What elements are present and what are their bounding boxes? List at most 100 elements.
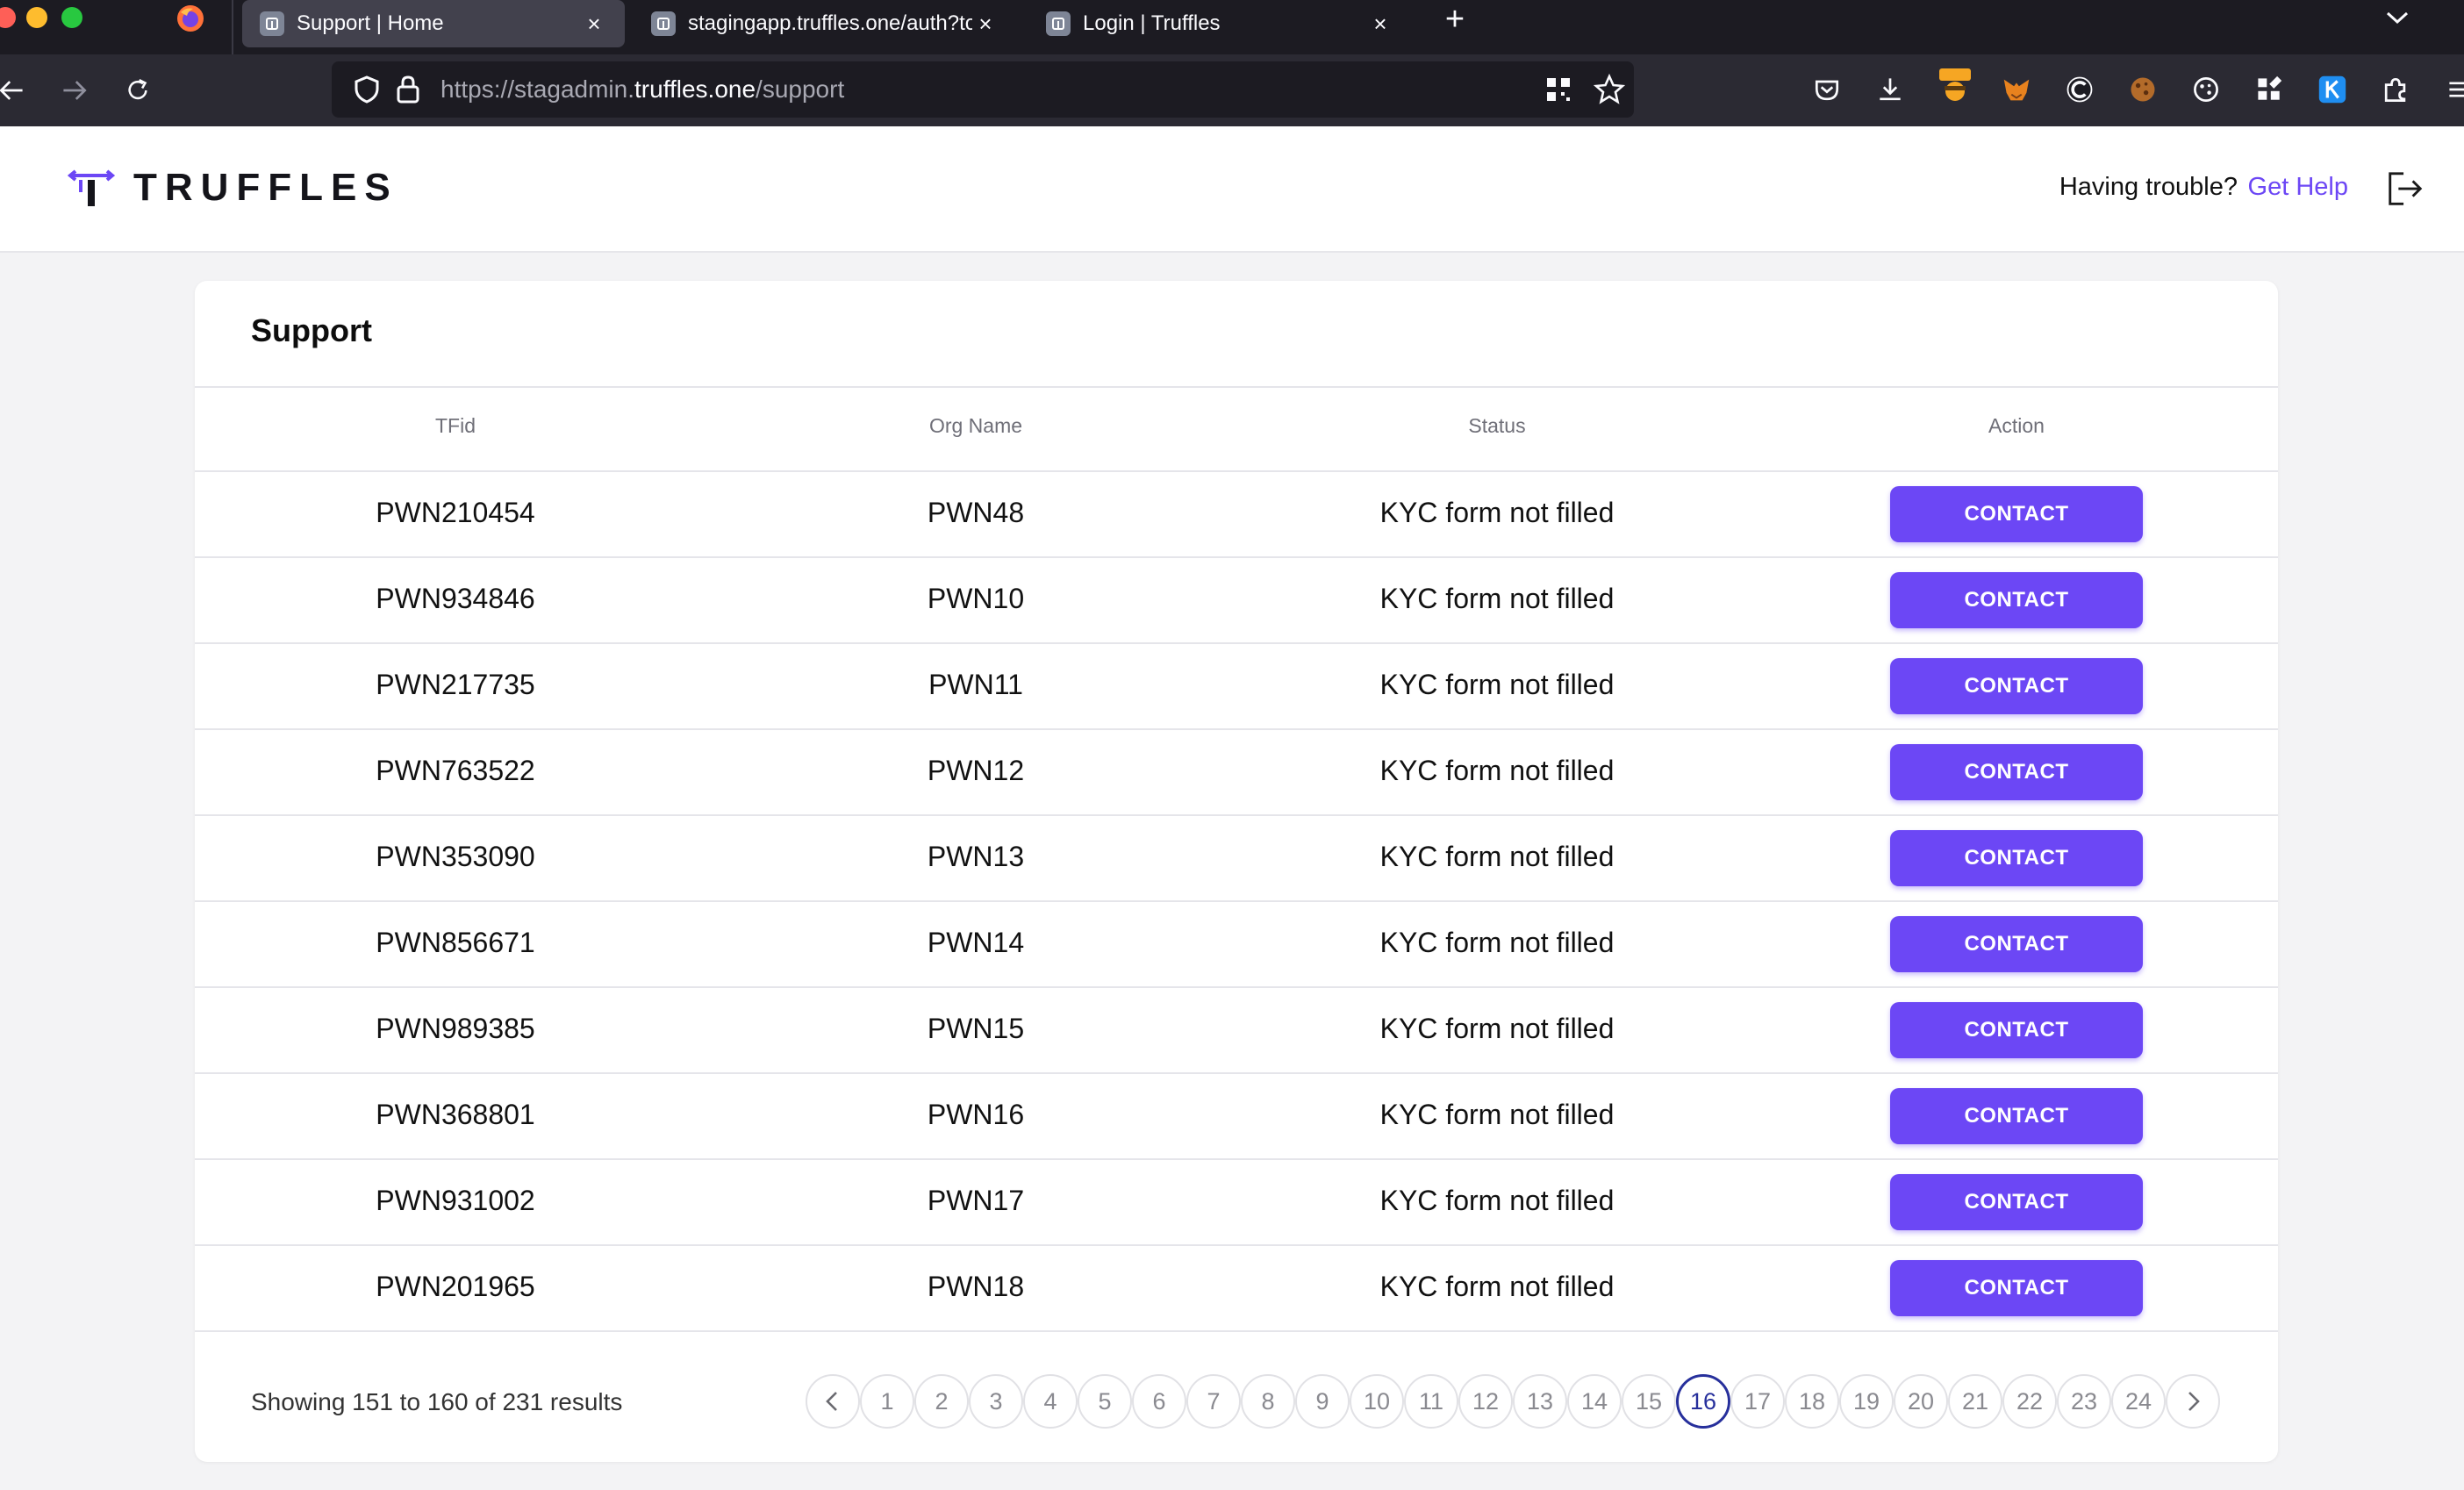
pagination-page-button[interactable]: 1 bbox=[860, 1374, 914, 1429]
pagination-page-button[interactable]: 15 bbox=[1622, 1374, 1676, 1429]
truffles-logo-icon bbox=[67, 169, 116, 206]
tab-title: Login | Truffles bbox=[1083, 11, 1221, 35]
pagination-page-button[interactable]: 9 bbox=[1295, 1374, 1350, 1429]
contact-button[interactable]: CONTACT bbox=[1890, 658, 2143, 714]
logout-button[interactable] bbox=[2382, 165, 2429, 212]
pagination-page-button[interactable]: 10 bbox=[1350, 1374, 1404, 1429]
contact-button[interactable]: CONTACT bbox=[1890, 830, 2143, 886]
column-header-status: Status bbox=[1468, 414, 1526, 437]
minimize-window-button[interactable] bbox=[26, 7, 47, 28]
pagination-page-button[interactable]: 11 bbox=[1404, 1374, 1458, 1429]
contact-button[interactable]: CONTACT bbox=[1890, 1088, 2143, 1144]
column-header-tfid: TFid bbox=[435, 414, 476, 437]
download-icon[interactable] bbox=[1871, 70, 1909, 109]
list-all-tabs-button[interactable] bbox=[2380, 0, 2415, 35]
close-window-button[interactable] bbox=[0, 7, 16, 28]
contact-button[interactable]: CONTACT bbox=[1890, 486, 2143, 542]
get-help-link[interactable]: Get Help bbox=[2248, 173, 2348, 202]
bookmark-star-icon[interactable] bbox=[1592, 72, 1627, 107]
url-domain: truffles.one bbox=[634, 75, 756, 103]
pagination-page-button[interactable]: 8 bbox=[1241, 1374, 1295, 1429]
help-prompt: Having trouble? bbox=[2059, 173, 2238, 201]
tracking-protection-shield-icon[interactable] bbox=[351, 74, 383, 105]
contact-button[interactable]: CONTACT bbox=[1890, 1174, 2143, 1230]
pagination-prev-button[interactable] bbox=[806, 1374, 860, 1429]
forward-button[interactable] bbox=[53, 68, 97, 112]
extension-c-icon[interactable] bbox=[2060, 70, 2099, 109]
maximize-window-button[interactable] bbox=[61, 7, 82, 28]
contact-button[interactable]: CONTACT bbox=[1890, 1260, 2143, 1316]
pagination-page-button[interactable]: 4 bbox=[1023, 1374, 1078, 1429]
status-cell: KYC form not filled bbox=[1379, 1099, 1615, 1130]
contact-button[interactable]: CONTACT bbox=[1890, 572, 2143, 628]
brand-logo[interactable]: TRUFFLES bbox=[67, 163, 398, 212]
metamask-icon[interactable] bbox=[1997, 70, 2036, 109]
org-name-cell: PWN15 bbox=[927, 1013, 1025, 1044]
status-cell: KYC form not filled bbox=[1379, 1013, 1615, 1044]
pagination-page-button[interactable]: 22 bbox=[2002, 1374, 2057, 1429]
url-bar[interactable]: https://stagadmin.truffles.one/support bbox=[332, 61, 1634, 118]
pagination-page-button[interactable]: 3 bbox=[969, 1374, 1023, 1429]
new-tab-button[interactable]: + bbox=[1437, 1, 1472, 38]
close-icon[interactable]: × bbox=[581, 11, 607, 37]
contact-button[interactable]: CONTACT bbox=[1890, 916, 2143, 972]
pagination-page-button[interactable]: 12 bbox=[1458, 1374, 1513, 1429]
tab-stagingapp-auth[interactable]: stagingapp.truffles.one/auth?to × bbox=[634, 0, 1016, 47]
pagination-page-button[interactable]: 20 bbox=[1894, 1374, 1948, 1429]
tfid-cell: PWN353090 bbox=[376, 841, 535, 872]
tfid-cell: PWN989385 bbox=[376, 1013, 535, 1044]
pagination-next-button[interactable] bbox=[2166, 1374, 2220, 1429]
tab-support-home[interactable]: Support | Home × bbox=[242, 0, 625, 47]
pagination-page-button[interactable]: 24 bbox=[2111, 1374, 2166, 1429]
column-header-action: Action bbox=[1988, 414, 2045, 437]
page-title: Support bbox=[251, 312, 372, 348]
status-cell: KYC form not filled bbox=[1379, 1271, 1615, 1302]
table-row: PWN856671 PWN14 KYC form not filled CONTACT bbox=[195, 900, 2278, 986]
pagination-page-button[interactable]: 6 bbox=[1132, 1374, 1186, 1429]
pocket-icon[interactable] bbox=[1808, 70, 1846, 109]
pagination-page-button[interactable]: 16 bbox=[1676, 1374, 1730, 1429]
close-icon[interactable]: × bbox=[972, 11, 999, 37]
cookie-editor-icon[interactable] bbox=[2187, 70, 2225, 109]
pagination-page-button[interactable]: 19 bbox=[1839, 1374, 1894, 1429]
close-icon[interactable]: × bbox=[1367, 11, 1393, 37]
org-name-cell: PWN48 bbox=[927, 497, 1025, 528]
table-row: PWN934846 PWN10 KYC form not filled CONTACT bbox=[195, 556, 2278, 642]
forward-arrow-icon bbox=[63, 81, 87, 100]
back-button[interactable] bbox=[0, 68, 33, 112]
contact-button[interactable]: CONTACT bbox=[1890, 744, 2143, 800]
pagination-page-button[interactable]: 21 bbox=[1948, 1374, 2002, 1429]
url-text[interactable]: https://stagadmin.truffles.one/support bbox=[441, 75, 844, 104]
tab-login-truffles[interactable]: Login | Truffles × bbox=[1028, 0, 1411, 47]
status-cell: KYC form not filled bbox=[1379, 583, 1615, 614]
contact-button[interactable]: CONTACT bbox=[1890, 1002, 2143, 1058]
reload-button[interactable] bbox=[116, 68, 160, 112]
pagination-page-button[interactable]: 7 bbox=[1186, 1374, 1241, 1429]
pagination-page-button[interactable]: 2 bbox=[914, 1374, 969, 1429]
qr-code-icon[interactable] bbox=[1543, 74, 1574, 105]
column-header-org-name: Org Name bbox=[928, 414, 1023, 437]
pagination-page-button[interactable]: 23 bbox=[2057, 1374, 2111, 1429]
pagination-page-button[interactable]: 13 bbox=[1513, 1374, 1567, 1429]
menu-icon[interactable] bbox=[2441, 70, 2464, 109]
status-cell: KYC form not filled bbox=[1379, 755, 1615, 786]
burp-extension-icon[interactable] bbox=[1936, 65, 1974, 104]
pagination-page-button[interactable]: 17 bbox=[1730, 1374, 1785, 1429]
extensions-grid-icon[interactable] bbox=[2250, 70, 2289, 109]
extensions-puzzle-icon[interactable] bbox=[2376, 70, 2415, 109]
org-name-cell: PWN16 bbox=[927, 1099, 1025, 1130]
k-extension-icon[interactable] bbox=[2313, 70, 2352, 109]
browser-tab-bar: Support | Home × stagingapp.truffles.one… bbox=[0, 0, 2464, 54]
pagination-page-button[interactable]: 14 bbox=[1567, 1374, 1622, 1429]
pagination-page-button[interactable]: 18 bbox=[1785, 1374, 1839, 1429]
table-row: PWN368801 PWN16 KYC form not filled CONTACT bbox=[195, 1072, 2278, 1158]
lock-icon[interactable] bbox=[393, 74, 423, 105]
chevron-down-icon bbox=[2386, 11, 2409, 25]
table-row: PWN931002 PWN17 KYC form not filled CONTACT bbox=[195, 1158, 2278, 1244]
firefox-icon[interactable] bbox=[175, 4, 205, 33]
browser-nav-bar: https://stagadmin.truffles.one/support bbox=[0, 54, 2464, 126]
cookie-icon[interactable] bbox=[2124, 70, 2162, 109]
tab-title: Support | Home bbox=[297, 11, 444, 35]
pagination-page-button[interactable]: 5 bbox=[1078, 1374, 1132, 1429]
org-name-cell: PWN13 bbox=[927, 841, 1025, 872]
